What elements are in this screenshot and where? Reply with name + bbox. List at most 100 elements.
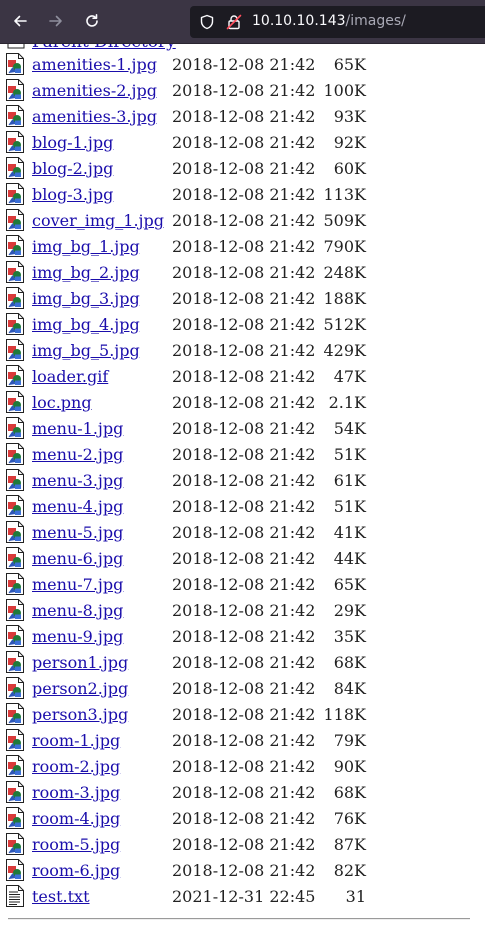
file-link[interactable]: menu-1.jpg	[32, 419, 123, 438]
file-link[interactable]: room-3.jpg	[32, 783, 120, 802]
file-name-cell: img_bg_1.jpg	[32, 233, 172, 259]
file-link[interactable]: menu-9.jpg	[32, 627, 123, 646]
file-size: 90K	[333, 756, 366, 776]
forward-button[interactable]	[42, 7, 70, 35]
address-bar[interactable]: 10.10.10.143/images/	[190, 6, 485, 38]
file-row: loader.gif 2018-12-08 21:42 47K	[6, 363, 366, 389]
file-link[interactable]: loc.png	[32, 393, 92, 412]
file-link[interactable]: cover_img_1.jpg	[32, 211, 164, 230]
image-file-icon	[6, 365, 24, 387]
file-link[interactable]: person3.jpg	[32, 705, 128, 724]
text-file-icon	[6, 885, 24, 907]
file-row: img_bg_2.jpg 2018-12-08 21:42 248K	[6, 259, 366, 285]
file-row: blog-2.jpg 2018-12-08 21:42 60K	[6, 155, 366, 181]
file-row: menu-9.jpg 2018-12-08 21:42 35K	[6, 623, 366, 649]
file-link[interactable]: img_bg_2.jpg	[32, 263, 140, 282]
file-size: 87K	[333, 834, 366, 854]
file-link[interactable]: blog-3.jpg	[32, 185, 113, 204]
file-date: 2018-12-08 21:42	[172, 262, 316, 282]
file-name-cell: img_bg_3.jpg	[32, 285, 172, 311]
file-name-cell: menu-5.jpg	[32, 519, 172, 545]
insecure-lock-icon[interactable]	[226, 14, 242, 30]
image-file-icon	[6, 183, 24, 205]
file-size: 60K	[333, 158, 366, 178]
file-link[interactable]: person2.jpg	[32, 679, 128, 698]
file-link[interactable]: blog-2.jpg	[32, 159, 113, 178]
file-row: loc.png 2018-12-08 21:42 2.1K	[6, 389, 366, 415]
file-date: 2018-12-08 21:42	[172, 860, 316, 880]
file-link[interactable]: menu-6.jpg	[32, 549, 123, 568]
file-date: 2018-12-08 21:42	[172, 392, 316, 412]
file-name-cell: person2.jpg	[32, 675, 172, 701]
image-file-icon	[6, 859, 24, 881]
file-size: 113K	[323, 184, 367, 204]
reload-button[interactable]	[78, 7, 106, 35]
file-icon-cell	[6, 597, 32, 623]
file-link[interactable]: room-4.jpg	[32, 809, 120, 828]
file-icon-cell	[6, 129, 32, 155]
file-link[interactable]: blog-1.jpg	[32, 133, 113, 152]
file-size: 65K	[333, 54, 366, 74]
file-icon-cell	[6, 103, 32, 129]
file-row: room-6.jpg 2018-12-08 21:42 82K	[6, 857, 366, 883]
file-date: 2018-12-08 21:42	[172, 210, 316, 230]
reload-icon	[86, 14, 98, 27]
image-file-icon	[6, 313, 24, 335]
image-file-icon	[6, 833, 24, 855]
file-link[interactable]: img_bg_3.jpg	[32, 289, 140, 308]
file-icon-cell	[6, 285, 32, 311]
file-link[interactable]: menu-3.jpg	[32, 471, 123, 490]
file-link[interactable]: img_bg_5.jpg	[32, 341, 140, 360]
arrow-left-icon	[14, 15, 27, 27]
file-link[interactable]: test.txt	[32, 887, 90, 906]
file-link[interactable]: menu-8.jpg	[32, 601, 123, 620]
file-size: 61K	[333, 470, 366, 490]
shield-icon[interactable]	[199, 14, 215, 30]
file-link[interactable]: menu-2.jpg	[32, 445, 123, 464]
file-date: 2018-12-08 21:42	[172, 106, 316, 126]
file-size: 92K	[333, 132, 366, 152]
file-icon-cell	[6, 155, 32, 181]
file-name-cell: img_bg_4.jpg	[32, 311, 172, 337]
file-name-cell: menu-6.jpg	[32, 545, 172, 571]
file-link[interactable]: menu-5.jpg	[32, 523, 123, 542]
file-name-cell: room-5.jpg	[32, 831, 172, 857]
file-size: 76K	[333, 808, 366, 828]
file-name-cell: room-2.jpg	[32, 753, 172, 779]
file-icon-cell	[6, 77, 32, 103]
file-link[interactable]: menu-4.jpg	[32, 497, 123, 516]
file-link[interactable]: loader.gif	[32, 367, 108, 386]
image-file-icon	[6, 521, 24, 543]
url-path: /images/	[345, 13, 406, 29]
file-link[interactable]: menu-7.jpg	[32, 575, 123, 594]
file-icon-cell	[6, 441, 32, 467]
page-content: Parent Directory amenities-1.jpg2018-12-…	[0, 44, 485, 926]
image-file-icon	[6, 469, 24, 491]
file-size: 29K	[333, 600, 366, 620]
file-date: 2018-12-08 21:42	[172, 808, 316, 828]
file-icon-cell	[6, 623, 32, 649]
file-row: menu-1.jpg 2018-12-08 21:42 54K	[6, 415, 366, 441]
file-icon-cell	[6, 701, 32, 727]
file-link[interactable]: img_bg_1.jpg	[32, 237, 140, 256]
url-text[interactable]: 10.10.10.143/images/	[252, 13, 406, 29]
file-date: 2018-12-08 21:42	[172, 314, 316, 334]
image-file-icon	[6, 131, 24, 153]
file-date: 2018-12-08 21:42	[172, 600, 316, 620]
file-link[interactable]: room-1.jpg	[32, 731, 120, 750]
file-link[interactable]: amenities-3.jpg	[32, 107, 157, 126]
file-name-cell: img_bg_5.jpg	[32, 337, 172, 363]
file-link[interactable]: person1.jpg	[32, 653, 128, 672]
file-link[interactable]: room-2.jpg	[32, 757, 120, 776]
file-link[interactable]: amenities-1.jpg	[32, 55, 157, 74]
file-row: room-2.jpg 2018-12-08 21:42 90K	[6, 753, 366, 779]
file-name-cell: loader.gif	[32, 363, 172, 389]
file-link[interactable]: amenities-2.jpg	[32, 81, 157, 100]
file-size: 68K	[333, 652, 366, 672]
file-size: 68K	[333, 782, 366, 802]
image-file-icon	[6, 625, 24, 647]
file-link[interactable]: img_bg_4.jpg	[32, 315, 140, 334]
file-link[interactable]: room-6.jpg	[32, 861, 120, 880]
back-button[interactable]	[6, 7, 34, 35]
file-link[interactable]: room-5.jpg	[32, 835, 120, 854]
